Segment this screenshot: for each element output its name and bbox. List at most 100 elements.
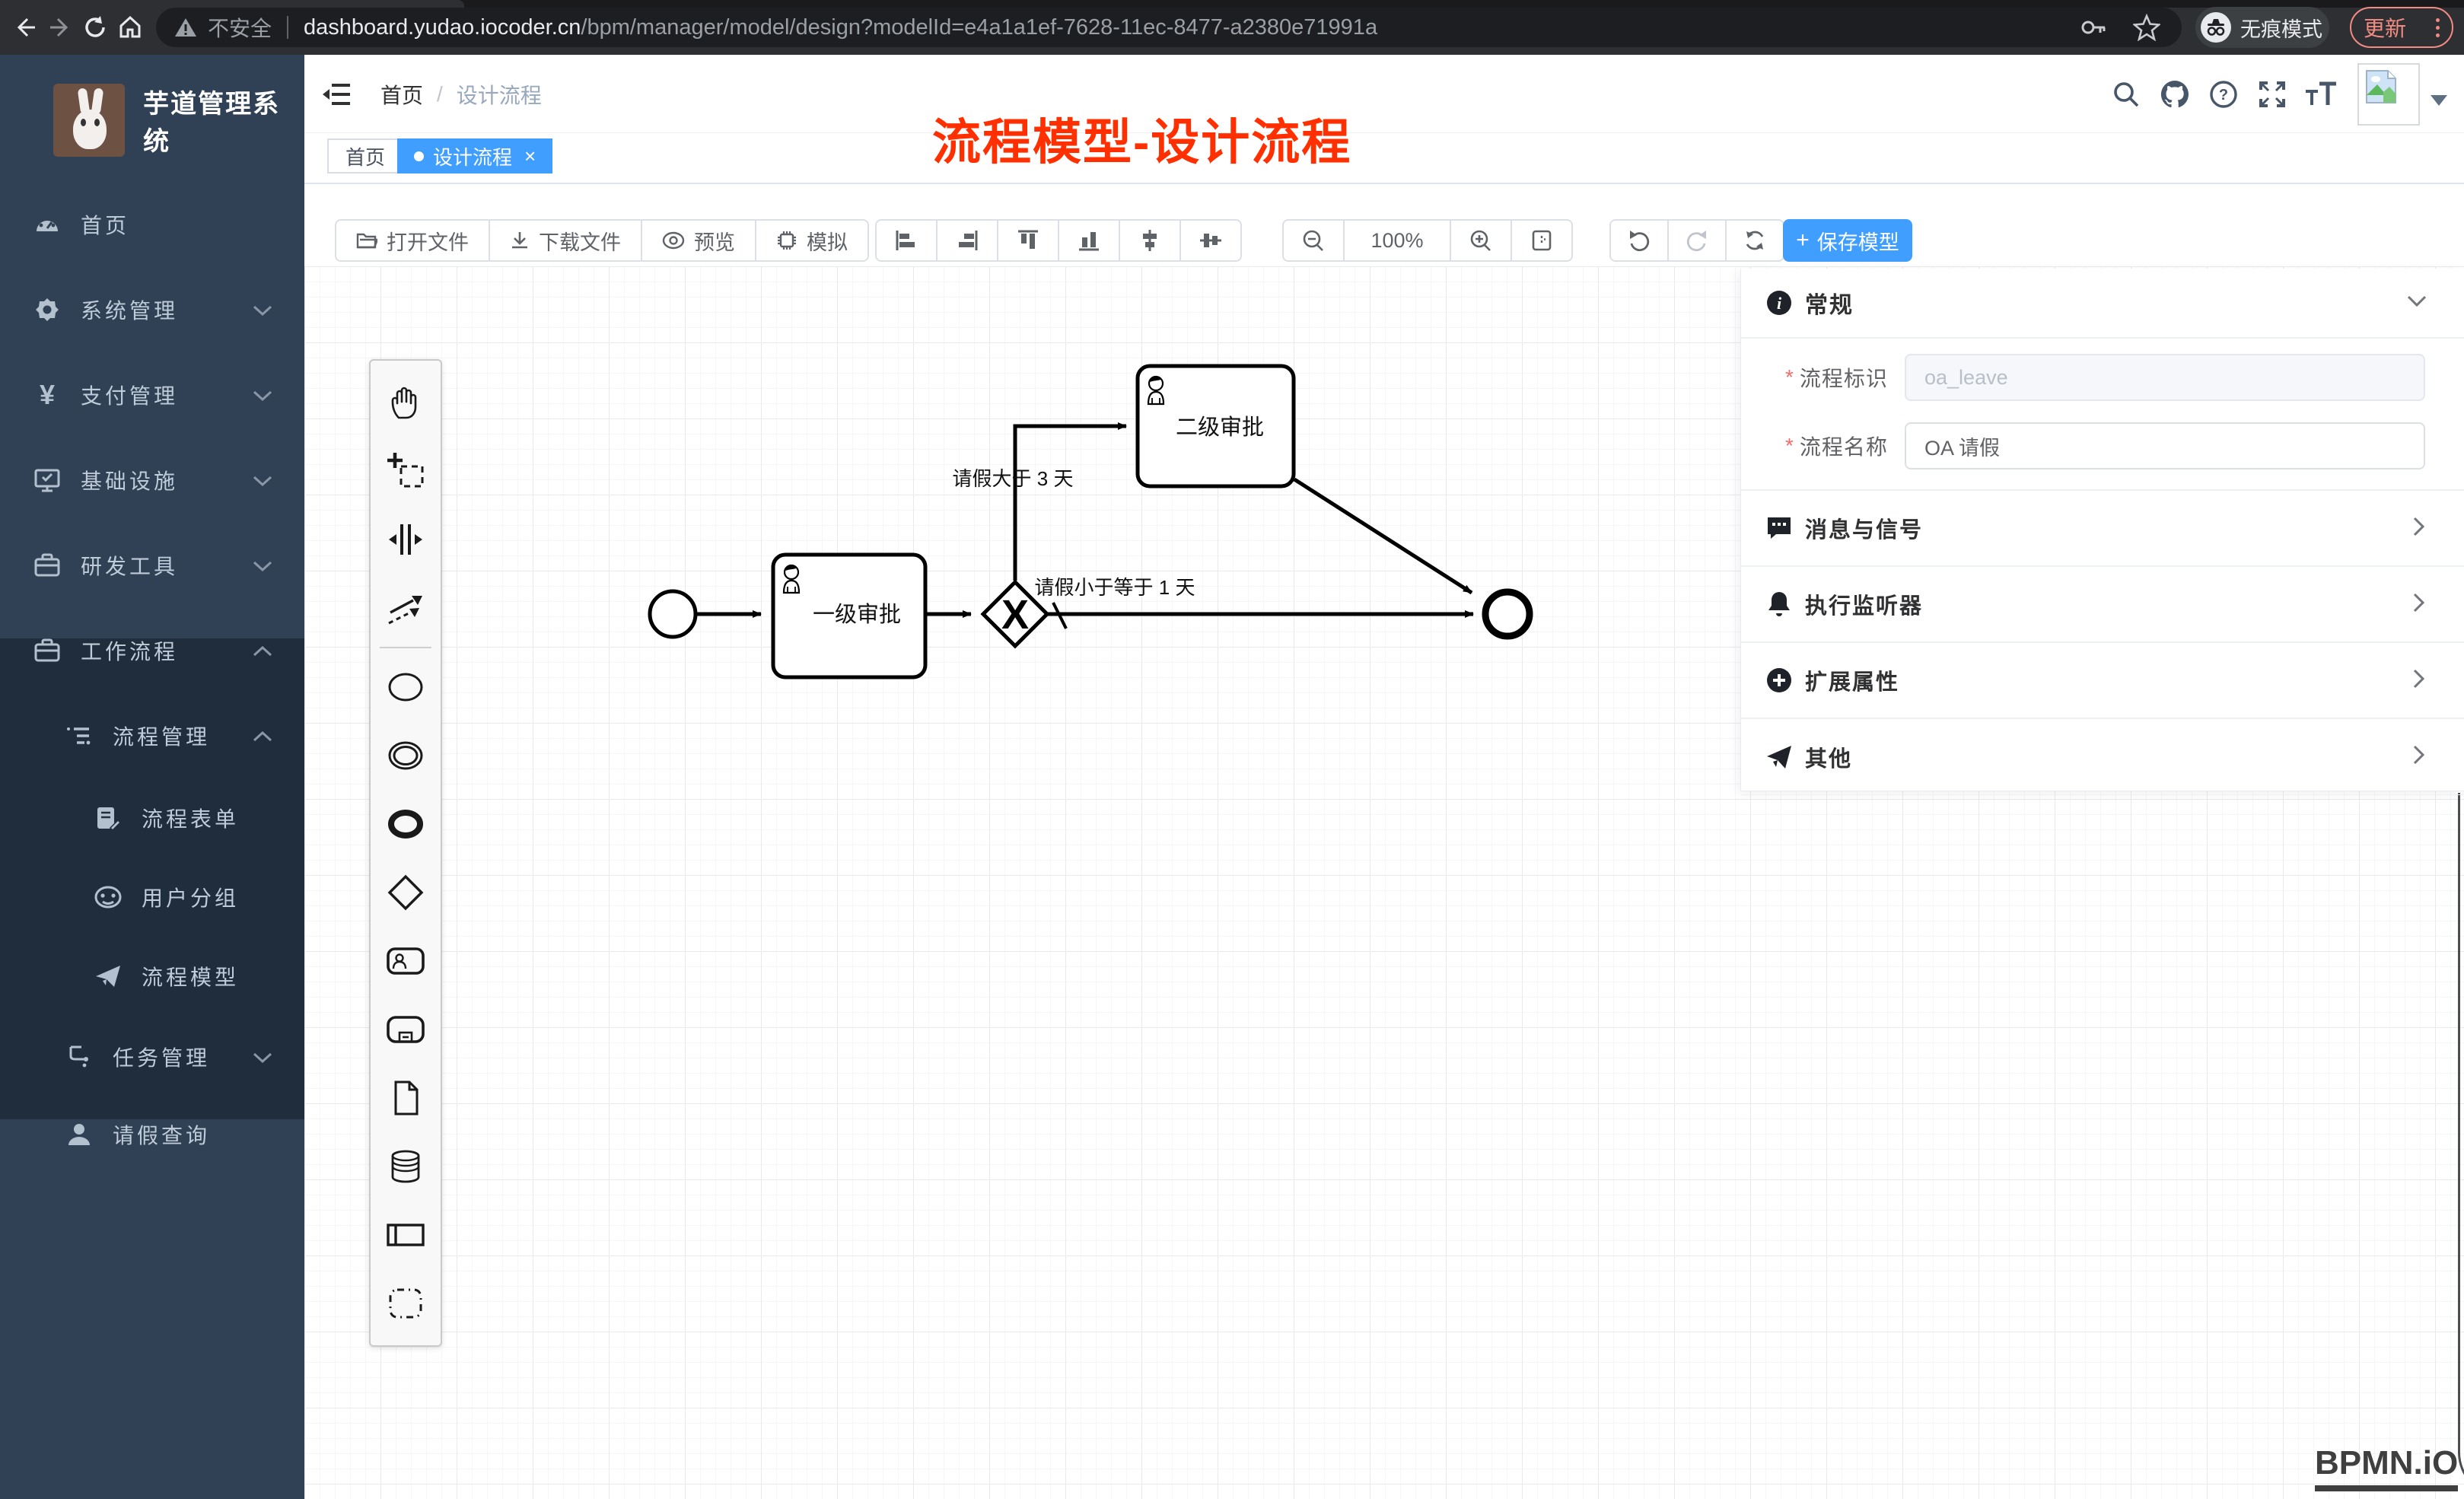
sidebar-item-process-model[interactable]: 流程模型 <box>0 937 304 1016</box>
field-process-key: * 流程标识 <box>1741 354 2464 401</box>
panel-section-extended-attributes[interactable]: 扩展属性 <box>1741 643 2464 719</box>
align-center-vertical-button[interactable] <box>1120 221 1181 260</box>
create-start-event[interactable] <box>371 653 441 721</box>
create-end-event[interactable] <box>371 790 441 858</box>
create-participant[interactable] <box>371 1201 441 1269</box>
url-bar[interactable]: 不安全 dashboard.yudao.iocoder.cn/bpm/manag… <box>156 8 2182 47</box>
panel-section-execution-listener[interactable]: 执行监听器 <box>1741 567 2464 643</box>
sidebar-item-infrastructure[interactable]: 基础设施 <box>0 438 304 523</box>
properties-panel: i 常规 * 流程标识 * 流程名称 消息与信号 执行 <box>1740 269 2464 791</box>
process-name-input[interactable] <box>1905 422 2425 469</box>
password-key-icon[interactable] <box>2080 14 2107 41</box>
preview-button[interactable]: 预览 <box>642 221 756 260</box>
github-icon[interactable] <box>2150 70 2199 119</box>
zoom-in-button[interactable] <box>1451 221 1512 260</box>
avatar[interactable] <box>2357 63 2420 126</box>
panel-section-messages-signals[interactable]: 消息与信号 <box>1741 491 2464 567</box>
process-key-input[interactable] <box>1905 354 2425 401</box>
avatar-caret-icon[interactable] <box>2431 95 2447 106</box>
align-bottom-button[interactable] <box>1059 221 1120 260</box>
home-icon[interactable] <box>116 13 145 42</box>
user-task-level2[interactable]: 二级审批 <box>1138 366 1294 486</box>
incognito-label: 无痕模式 <box>2240 13 2322 43</box>
send-icon <box>1765 743 1793 771</box>
zoom-reset-button[interactable] <box>1512 221 1571 260</box>
flow-task2-to-end[interactable] <box>1294 479 1472 593</box>
simulate-button[interactable]: 模拟 <box>756 221 867 260</box>
bpmnio-logo[interactable]: BPMN.iO <box>2315 1444 2458 1491</box>
browser-menu-icon[interactable] <box>2436 18 2440 37</box>
font-size-icon[interactable] <box>2297 70 2345 119</box>
create-intermediate-event[interactable] <box>371 721 441 790</box>
page-root: 不安全 dashboard.yudao.iocoder.cn/bpm/manag… <box>0 0 2464 1499</box>
breadcrumb: 首页 / 设计流程 <box>380 55 542 133</box>
create-subprocess[interactable] <box>371 995 441 1064</box>
browser-update-button[interactable]: 更新 <box>2350 7 2453 48</box>
sidebar-item-system[interactable]: 系统管理 <box>0 267 304 352</box>
collapse-sidebar-icon[interactable] <box>323 80 352 109</box>
end-event[interactable] <box>1485 592 1530 636</box>
browser-active-tab[interactable] <box>0 0 464 8</box>
align-center-horizontal-button[interactable] <box>1181 221 1240 260</box>
create-gateway[interactable] <box>371 858 441 927</box>
restart-button[interactable] <box>1727 221 1783 260</box>
tag-view-bar: 首页 设计流程 × <box>304 133 2464 184</box>
create-user-task[interactable] <box>371 927 441 995</box>
sidebar-item-home[interactable]: 首页 <box>0 182 304 267</box>
tab-home[interactable]: 首页 <box>327 138 403 173</box>
sidebar-item-leave-query[interactable]: 请假查询 <box>0 1092 304 1177</box>
panel-section-general[interactable]: i 常规 <box>1741 269 2464 339</box>
align-top-button[interactable] <box>998 221 1059 260</box>
back-icon[interactable] <box>11 13 40 42</box>
sidebar-item-task-management[interactable]: 任务管理 <box>0 1014 304 1100</box>
url-divider <box>287 16 288 39</box>
gateway-x-label: X <box>1001 592 1029 638</box>
help-icon[interactable]: ? <box>2199 70 2248 119</box>
fullscreen-icon[interactable] <box>2248 70 2297 119</box>
create-data-object[interactable] <box>371 1064 441 1132</box>
space-tool[interactable] <box>371 505 441 574</box>
zoom-level[interactable]: 100% <box>1345 221 1451 260</box>
forward-icon[interactable] <box>46 13 75 42</box>
flow-gateway-to-task2[interactable] <box>1015 426 1126 581</box>
url-path[interactable]: /bpm/manager/model/design?modelId=e4a1a1… <box>581 15 1377 40</box>
save-model-button[interactable]: + 保存模型 <box>1783 219 1912 262</box>
search-icon[interactable] <box>2102 70 2150 119</box>
bookmark-star-icon[interactable] <box>2133 14 2160 41</box>
start-event[interactable] <box>650 591 696 637</box>
create-group[interactable] <box>371 1269 441 1338</box>
zoom-out-button[interactable] <box>1284 221 1345 260</box>
breadcrumb-home[interactable]: 首页 <box>380 79 423 110</box>
sidebar-logo-row[interactable]: 芋道管理系统 <box>0 68 304 172</box>
close-tab-icon[interactable]: × <box>524 145 536 168</box>
svg-text:i: i <box>1777 294 1782 313</box>
tab-design-process[interactable]: 设计流程 × <box>397 138 552 173</box>
create-data-store[interactable] <box>371 1132 441 1201</box>
align-left-button[interactable] <box>877 221 938 260</box>
edge-label-gt3days[interactable]: 请假大于 3 天 <box>953 467 1074 490</box>
sidebar-item-process-management[interactable]: 流程管理 <box>0 693 304 778</box>
reload-icon[interactable] <box>81 13 110 42</box>
sidebar-item-process-form[interactable]: 流程表单 <box>0 778 304 858</box>
align-right-button[interactable] <box>938 221 998 260</box>
lasso-tool[interactable] <box>371 437 441 505</box>
message-icon <box>1765 514 1793 542</box>
url-host[interactable]: dashboard.yudao.iocoder.cn <box>304 15 581 40</box>
update-label[interactable]: 更新 <box>2364 12 2406 43</box>
open-file-button[interactable]: 打开文件 <box>336 221 490 260</box>
sidebar-item-workflow[interactable]: 工作流程 <box>0 608 304 693</box>
hand-tool[interactable] <box>371 368 441 437</box>
sidebar-item-dev-tools[interactable]: 研发工具 <box>0 523 304 608</box>
download-file-button[interactable]: 下载文件 <box>490 221 642 260</box>
security-label[interactable]: 不安全 <box>208 12 272 43</box>
redo-button[interactable] <box>1669 221 1727 260</box>
sidebar-item-payment[interactable]: ¥ 支付管理 <box>0 352 304 438</box>
breadcrumb-current: 设计流程 <box>457 79 542 110</box>
undo-button[interactable] <box>1611 221 1669 260</box>
chevron-down-icon[interactable] <box>2406 294 2427 312</box>
global-connect-tool[interactable] <box>371 574 441 642</box>
user-task-level1[interactable]: 一级审批 <box>773 555 925 677</box>
edge-label-le1day[interactable]: 请假小于等于 1 天 <box>1035 576 1195 599</box>
panel-section-other[interactable]: 其他 <box>1741 719 2464 795</box>
sidebar-item-user-groups[interactable]: 用户分组 <box>0 858 304 937</box>
